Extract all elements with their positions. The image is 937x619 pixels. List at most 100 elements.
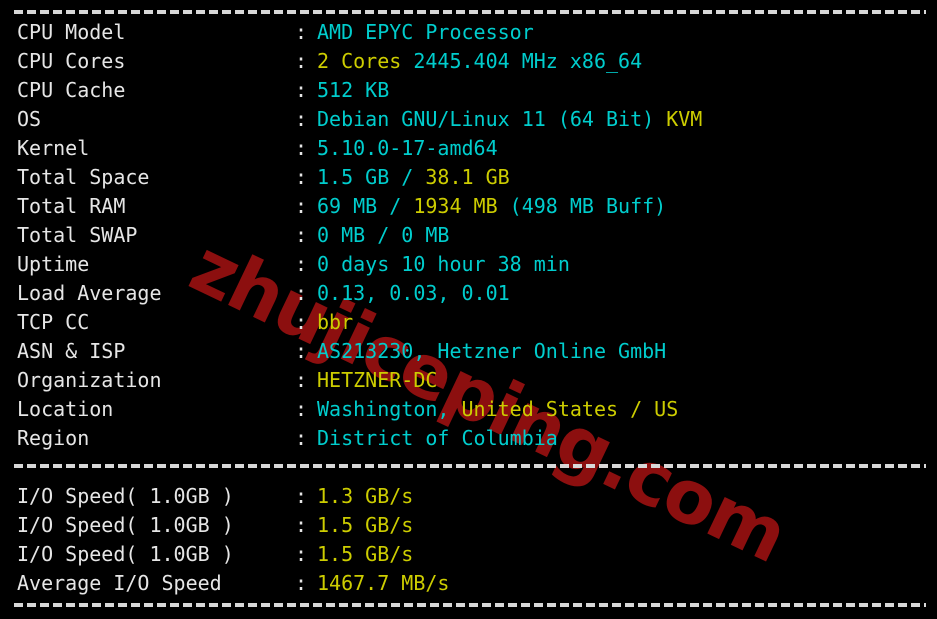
system-info-row: Uptime:0 days 10 hour 38 min bbox=[0, 250, 937, 279]
system-info-row: Total RAM:69 MB / 1934 MB (498 MB Buff) bbox=[0, 192, 937, 221]
io-speed-value-part: 1467.7 MB/s bbox=[317, 571, 450, 595]
io-speed-value: 1.5 GB/s bbox=[317, 511, 413, 540]
system-info-colon: : bbox=[295, 281, 308, 305]
io-speed-value: 1.3 GB/s bbox=[317, 482, 413, 511]
system-info-value-part: 1.5 GB bbox=[317, 165, 402, 189]
io-speed-colon: : bbox=[295, 542, 308, 566]
io-speed-label: I/O Speed( 1.0GB ) bbox=[17, 484, 234, 508]
system-info-value: 1.5 GB / 38.1 GB bbox=[317, 163, 510, 192]
system-info-colon: : bbox=[295, 397, 308, 421]
io-speed-colon: : bbox=[295, 513, 308, 537]
system-info-colon: : bbox=[295, 194, 308, 218]
system-info-colon: : bbox=[295, 339, 308, 363]
system-info-label: Location bbox=[17, 397, 114, 421]
system-info-colon: : bbox=[295, 20, 308, 44]
system-info-value-part: 5.10.0-17-amd64 bbox=[317, 136, 498, 160]
system-info-value-part: HETZNER-DC bbox=[317, 368, 438, 392]
system-info-value: Debian GNU/Linux 11 (64 Bit) KVM bbox=[317, 105, 702, 134]
io-speed-row: I/O Speed( 1.0GB ):1.5 GB/s bbox=[0, 540, 937, 569]
system-info-value-part: 0.13, 0.03, 0.01 bbox=[317, 281, 510, 305]
separator-middle bbox=[14, 464, 926, 468]
system-info-value-part: AS213230, Hetzner Online GmbH bbox=[317, 339, 667, 363]
system-info-value-part: 0 days 10 hour 38 min bbox=[317, 252, 570, 276]
system-info-colon: : bbox=[295, 78, 308, 102]
system-info-value: 5.10.0-17-amd64 bbox=[317, 134, 498, 163]
system-info-value-part: KVM bbox=[654, 107, 703, 131]
system-info-value-part: 2445.404 MHz x86_64 bbox=[401, 49, 643, 73]
system-info-row: Kernel:5.10.0-17-amd64 bbox=[0, 134, 937, 163]
system-info-row: CPU Cache:512 KB bbox=[0, 76, 937, 105]
io-speed-value-part: 1.5 GB/s bbox=[317, 513, 414, 537]
system-info-value-part: District of Columbia bbox=[317, 426, 558, 450]
system-info-value: 2 Cores 2445.404 MHz x86_64 bbox=[317, 47, 642, 76]
io-speed-colon: : bbox=[295, 484, 308, 508]
system-info-row: Load Average:0.13, 0.03, 0.01 bbox=[0, 279, 937, 308]
system-info-value: District of Columbia bbox=[317, 424, 558, 453]
system-info-colon: : bbox=[295, 136, 308, 160]
io-speed-value-part: 1.5 GB/s bbox=[317, 542, 414, 566]
system-info-label: Region bbox=[17, 426, 90, 450]
system-info-label: CPU Cache bbox=[17, 78, 126, 102]
separator-top bbox=[14, 10, 926, 14]
system-info-colon: : bbox=[295, 107, 308, 131]
system-info-value-part: 0 MB / 0 MB bbox=[317, 223, 450, 247]
io-speed-row: I/O Speed( 1.0GB ):1.5 GB/s bbox=[0, 511, 937, 540]
io-speed-row: I/O Speed( 1.0GB ):1.3 GB/s bbox=[0, 482, 937, 511]
system-info-row: Total Space:1.5 GB / 38.1 GB bbox=[0, 163, 937, 192]
system-info-value-part: 38.1 GB bbox=[413, 165, 510, 189]
system-info-row: Region: District of Columbia bbox=[0, 424, 937, 453]
io-speed-label: I/O Speed( 1.0GB ) bbox=[17, 513, 234, 537]
system-info-row: CPU Model: AMD EPYC Processor bbox=[0, 18, 937, 47]
system-info-value-part: 69 MB bbox=[317, 194, 390, 218]
system-info-row: ASN & ISP: AS213230, Hetzner Online GmbH bbox=[0, 337, 937, 366]
system-info-row: CPU Cores:2 Cores 2445.404 MHz x86_64 bbox=[0, 47, 937, 76]
system-info-label: Uptime bbox=[17, 252, 90, 276]
system-info-row: TCP CC: bbr bbox=[0, 308, 937, 337]
system-info-value-part: Debian GNU/Linux 11 (64 Bit) bbox=[317, 107, 655, 131]
system-info-value: Washington, United States / US bbox=[317, 395, 678, 424]
system-info-value-part: / bbox=[389, 194, 402, 218]
system-info-colon: : bbox=[295, 223, 308, 247]
system-info-value-part: bbr bbox=[317, 310, 354, 334]
system-info-value-part: Washington, bbox=[317, 397, 462, 421]
system-info-value: 512 KB bbox=[317, 76, 389, 105]
system-info-value-part: (498 MB Buff) bbox=[497, 194, 667, 218]
separator-bottom bbox=[14, 603, 926, 607]
system-info-value: 0 MB / 0 MB bbox=[317, 221, 449, 250]
system-info-label: Organization bbox=[17, 368, 162, 392]
system-info-colon: : bbox=[295, 310, 308, 334]
system-info-row: Total SWAP:0 MB / 0 MB bbox=[0, 221, 937, 250]
io-speed-value: 1467.7 MB/s bbox=[317, 569, 449, 598]
system-info-label: CPU Model bbox=[17, 20, 126, 44]
system-info-value: 0 days 10 hour 38 min bbox=[317, 250, 570, 279]
system-info-value-part: United States / US bbox=[461, 397, 679, 421]
system-info-label: TCP CC bbox=[17, 310, 90, 334]
io-speed-row: Average I/O Speed:1467.7 MB/s bbox=[0, 569, 937, 598]
system-info-value: 0.13, 0.03, 0.01 bbox=[317, 279, 510, 308]
system-info-label: Kernel bbox=[17, 136, 90, 160]
io-speed-colon: : bbox=[295, 571, 308, 595]
system-info-row: OS: Debian GNU/Linux 11 (64 Bit) KVM bbox=[0, 105, 937, 134]
system-info-value: AMD EPYC Processor bbox=[317, 18, 534, 47]
system-info-label: Total Space bbox=[17, 165, 150, 189]
io-speed-value: 1.5 GB/s bbox=[317, 540, 413, 569]
system-info-label: Load Average bbox=[17, 281, 162, 305]
system-info-value: AS213230, Hetzner Online GmbH bbox=[317, 337, 666, 366]
system-info-colon: : bbox=[295, 49, 308, 73]
io-speed-value-part: 1.3 GB/s bbox=[317, 484, 414, 508]
system-info-colon: : bbox=[295, 252, 308, 276]
system-info-value-part: 2 Cores bbox=[317, 49, 402, 73]
system-info-label: OS bbox=[17, 107, 42, 131]
system-info-label: Total RAM bbox=[17, 194, 126, 218]
system-info-colon: : bbox=[295, 368, 308, 392]
io-speed-label: Average I/O Speed bbox=[17, 571, 222, 595]
system-info-value: HETZNER-DC bbox=[317, 366, 437, 395]
system-info-value-part: AMD EPYC Processor bbox=[317, 20, 534, 44]
system-info-row: Location: Washington, United States / US bbox=[0, 395, 937, 424]
system-info-label: CPU Cores bbox=[17, 49, 126, 73]
system-info-value-part: 1934 MB bbox=[401, 194, 498, 218]
system-info-value: 69 MB / 1934 MB (498 MB Buff) bbox=[317, 192, 666, 221]
system-info-value: bbr bbox=[317, 308, 353, 337]
terminal-window: zhujiceping.com CPU Model: AMD EPYC Proce… bbox=[0, 0, 937, 619]
system-info-value-part: 512 KB bbox=[317, 78, 390, 102]
